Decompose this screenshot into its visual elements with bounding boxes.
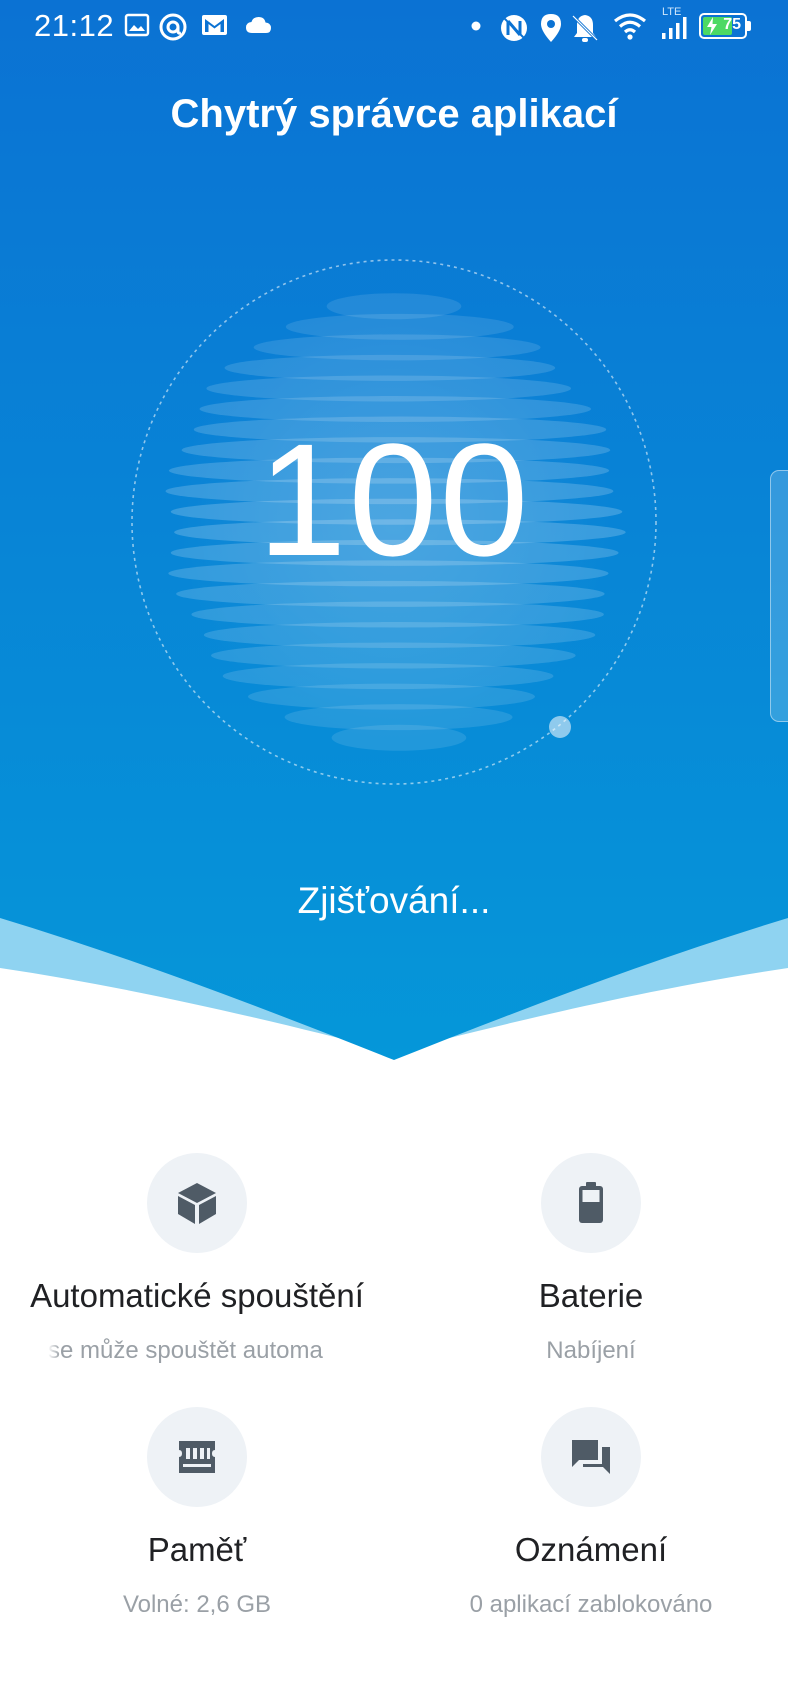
autostart-subtitle: se může spouštět automa — [48, 1337, 323, 1364]
at-sign-icon — [159, 13, 187, 41]
image-icon — [124, 13, 150, 37]
location-icon — [541, 14, 561, 42]
memory-chip-icon — [179, 1441, 215, 1473]
autostart-title: Automatické spouštění — [30, 1277, 364, 1314]
memory-icon-bg — [147, 1407, 247, 1507]
signal-icon — [662, 17, 687, 39]
battery-subtitle: Nabíjení — [546, 1337, 636, 1364]
wifi-icon — [614, 13, 646, 40]
notifications-title: Oznámení — [514, 1531, 668, 1568]
cloud-icon — [246, 17, 271, 33]
battery-tip — [747, 21, 751, 31]
cube-icon — [178, 1183, 216, 1224]
page-title: Chytrý správce aplikací — [170, 92, 618, 136]
edge-swipe-handle[interactable] — [770, 470, 788, 722]
chat-bubbles-icon — [572, 1440, 610, 1474]
memory-title: Paměť — [147, 1531, 247, 1568]
hero-panel: 21:12 LTE 75 Chytrý správce aplikací 100… — [0, 0, 788, 1070]
battery-level-text: 75 — [723, 16, 741, 33]
autostart-icon-bg — [147, 1153, 247, 1253]
battery-title: Baterie — [538, 1277, 644, 1314]
battery-charging-icon: 75 — [699, 13, 747, 39]
scan-status-text: Zjišťování... — [297, 880, 491, 921]
battery-icon — [579, 1182, 603, 1223]
orb-progress-dot — [549, 716, 571, 738]
mail-icon — [202, 15, 227, 35]
score-value: 100 — [257, 410, 531, 589]
battery-icon-bg — [541, 1153, 641, 1253]
nfc-icon — [501, 15, 527, 41]
memory-subtitle: Volné: 2,6 GB — [122, 1591, 272, 1618]
orb-band — [331, 724, 467, 751]
status-bar: 21:12 LTE 75 — [0, 0, 788, 56]
notifications-subtitle: 0 aplikací zablokováno — [469, 1591, 713, 1618]
notifications-icon-bg — [541, 1407, 641, 1507]
dot-icon — [471, 21, 481, 31]
bell-off-icon — [571, 14, 599, 42]
status-time: 21:12 — [34, 8, 115, 43]
